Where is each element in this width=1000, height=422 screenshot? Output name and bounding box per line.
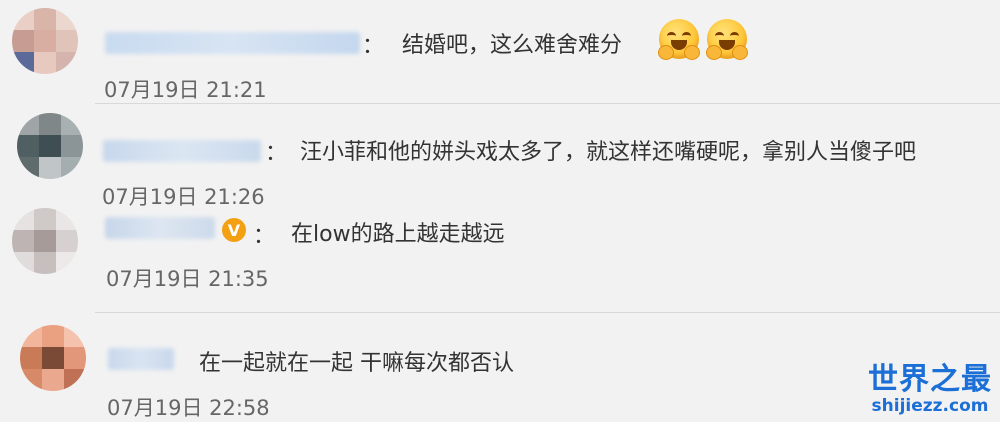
watermark-domain: shijiezz.com [871,396,989,416]
site-watermark: 世界之最 shijiezz.com [868,354,992,416]
colon-separator: ： [265,141,288,166]
grinning-hands-emoji-icon [659,19,699,59]
comment-text: 结婚吧，这么难舍难分 [402,33,623,58]
comment-text: 在low的路上越走越远 [291,222,505,247]
username-blurred[interactable] [103,140,261,162]
colon-separator: ： [362,34,385,59]
colon-separator: ： [253,224,276,249]
comment-text: 在一起就在一起 干嘛每次都否认 [199,351,514,376]
verified-v-badge-icon: V [222,218,246,242]
username-blurred[interactable] [105,32,360,54]
grinning-hands-emoji-icon [707,19,747,59]
avatar[interactable] [17,113,83,179]
avatar[interactable] [20,325,86,391]
comment-list-page: ： 结婚吧，这么难舍难分 07月19日 21:21 ： 汪小菲和他的姘头戏太多了… [0,0,1000,422]
comment-text: 汪小菲和他的姘头戏太多了，就这样还嘴硬呢，拿别人当傻子吧 [300,140,917,165]
watermark-title: 世界之最 [868,362,992,397]
avatar[interactable] [12,8,78,74]
comment-timestamp: 07月19日 22:58 [107,396,270,420]
divider [95,103,1000,104]
avatar[interactable] [12,208,78,274]
comment-timestamp: 07月19日 21:26 [102,185,265,209]
comment-timestamp: 07月19日 21:21 [104,78,267,102]
comment-timestamp: 07月19日 21:35 [106,267,269,291]
username-blurred[interactable] [105,217,215,239]
username-blurred[interactable] [108,348,174,370]
divider [95,312,1000,313]
